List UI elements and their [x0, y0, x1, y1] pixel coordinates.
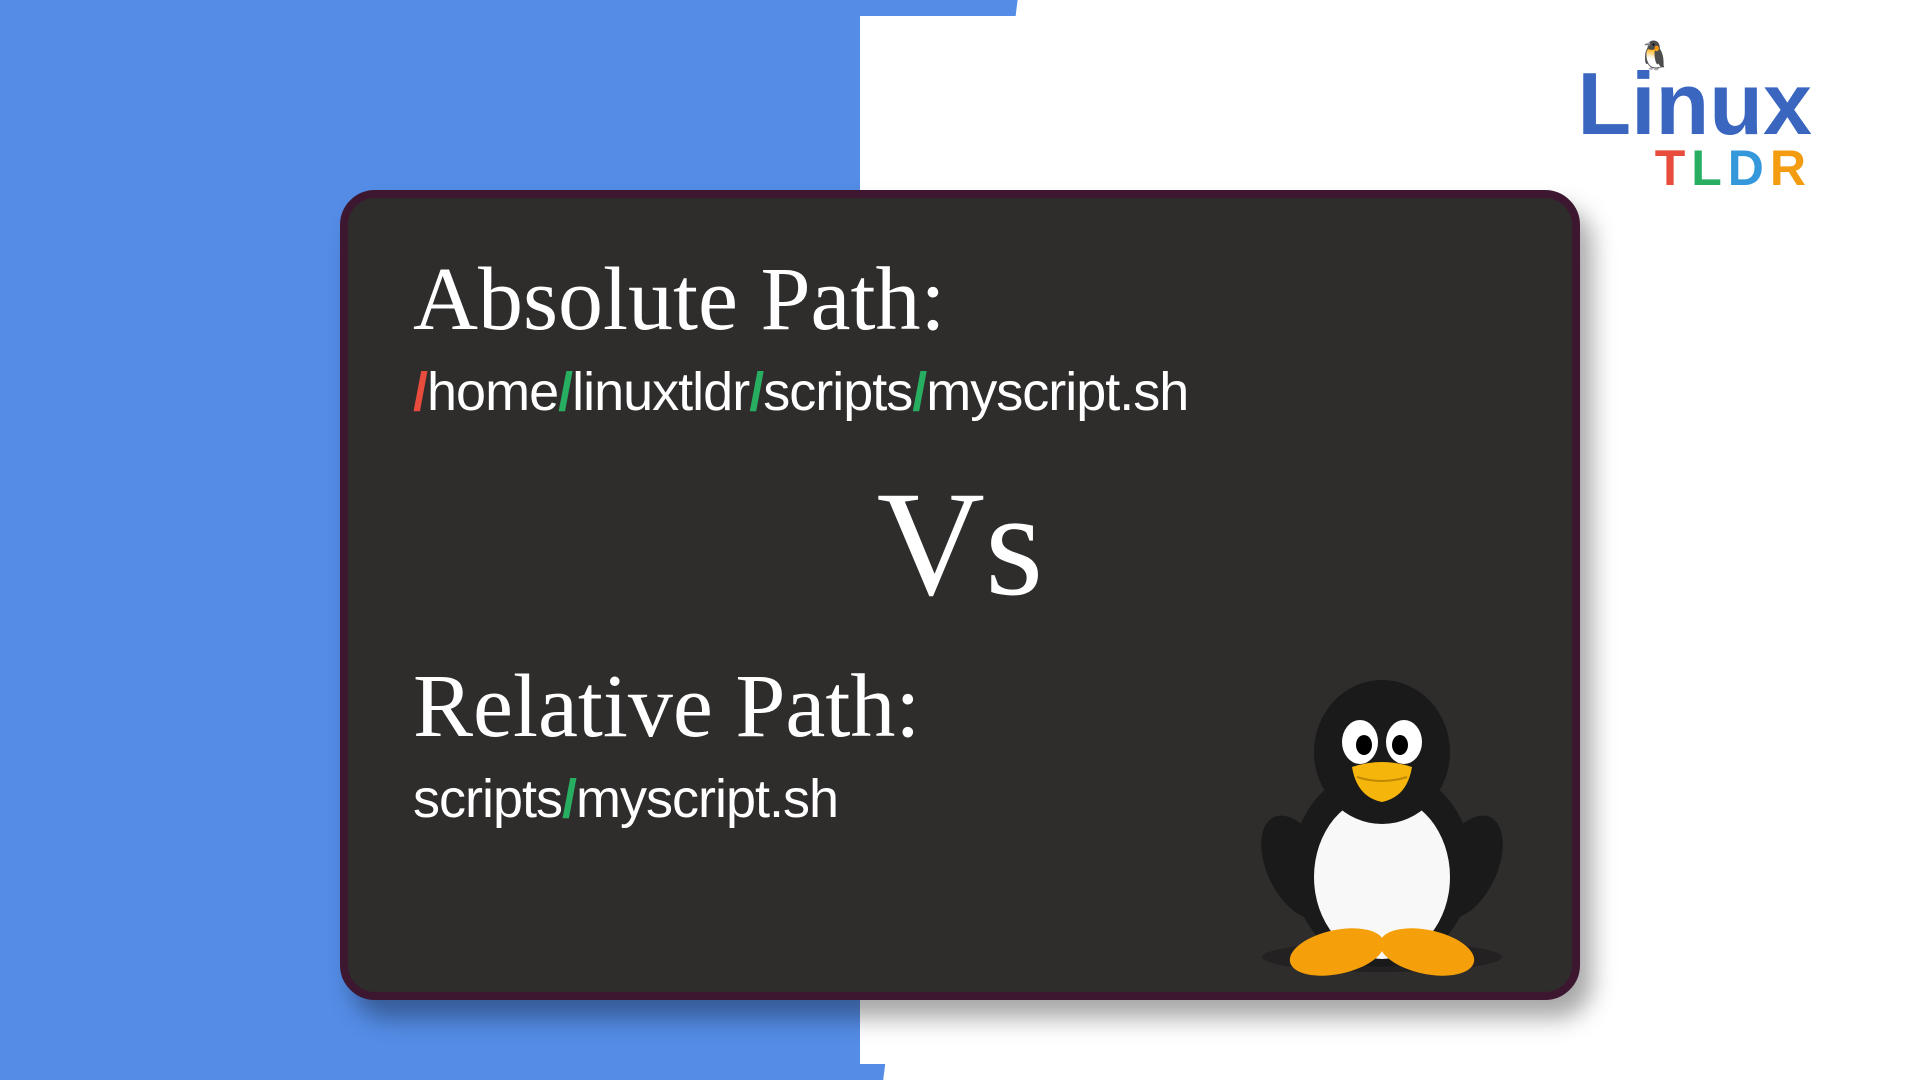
absolute-heading: Absolute Path: — [413, 248, 1507, 351]
path-slash: / — [558, 362, 572, 422]
logo-brand-text: Linux — [1577, 54, 1812, 153]
logo-brand: 🐧 Linux — [1577, 60, 1812, 148]
absolute-path: /home/linuxtldr/scripts/myscript.sh — [413, 361, 1507, 423]
vs-label: Vs — [413, 458, 1507, 630]
main-card: Absolute Path: /home/linuxtldr/scripts/m… — [340, 190, 1580, 1000]
tux-penguin-icon — [1242, 667, 1522, 977]
path-segment: myscript.sh — [926, 362, 1188, 422]
path-segment: home — [427, 362, 558, 422]
absolute-section: Absolute Path: /home/linuxtldr/scripts/m… — [413, 248, 1507, 423]
path-slash: / — [413, 362, 427, 422]
path-segment: myscript.sh — [576, 769, 838, 829]
path-slash: / — [912, 362, 926, 422]
penguin-icon: 🐧 — [1637, 42, 1672, 70]
path-segment: scripts — [763, 362, 912, 422]
path-slash: / — [749, 362, 763, 422]
path-segment: scripts — [413, 769, 562, 829]
path-segment: linuxtldr — [572, 362, 749, 422]
logo-block: 🐧 Linux TLDR — [1577, 60, 1812, 193]
path-slash: / — [562, 769, 576, 829]
